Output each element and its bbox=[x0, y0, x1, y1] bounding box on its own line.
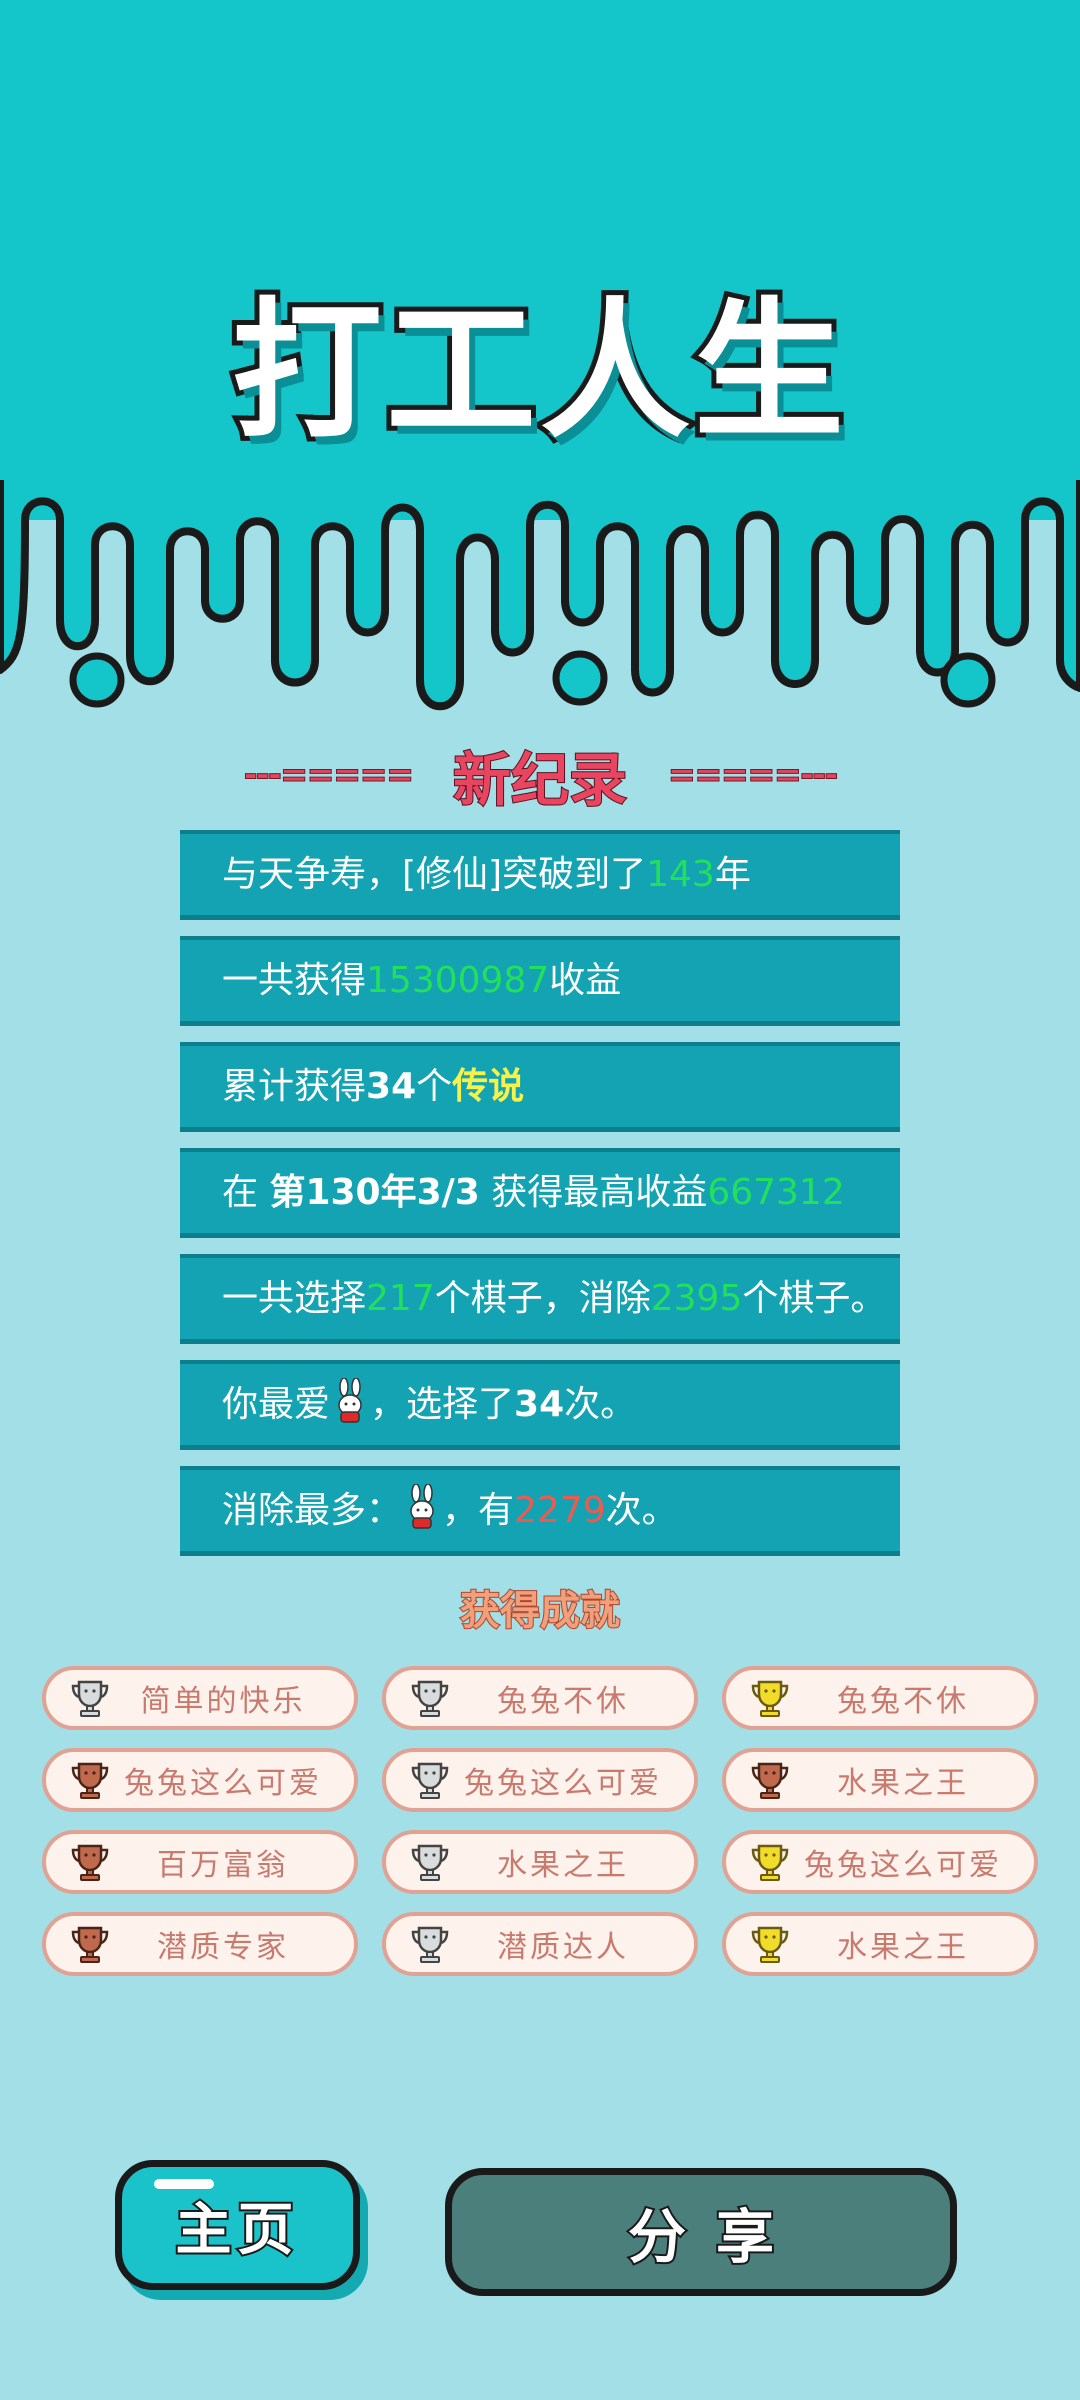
trophy-icon bbox=[71, 1762, 109, 1799]
achievement-label: 潜质专家 bbox=[157, 1930, 289, 1965]
trophy-icon bbox=[411, 1762, 449, 1799]
trophy-icon bbox=[751, 1680, 789, 1717]
share-button-label: 分享 bbox=[626, 2201, 804, 2273]
achievements-title: 获得成就 bbox=[459, 1587, 621, 1635]
trophy-icon bbox=[751, 1762, 789, 1799]
achievement-label: 百万富翁 bbox=[157, 1848, 289, 1883]
achievement-badge: 水果之王 bbox=[722, 1748, 1038, 1812]
trophy-icon bbox=[411, 1680, 449, 1717]
achievement-label: 水果之王 bbox=[837, 1930, 969, 1965]
record-row-pieces: 一共选择217个棋子，消除2395个棋子。 bbox=[180, 1254, 900, 1344]
achievement-label: 水果之王 bbox=[497, 1848, 629, 1883]
achievement-badge: 兔兔这么可爱 bbox=[722, 1830, 1038, 1894]
achievement-label: 兔兔这么可爱 bbox=[804, 1848, 1002, 1883]
home-button-label: 主页 bbox=[174, 2196, 300, 2265]
record-row-cultivation: 与天争寿，[修仙]突破到了143年 bbox=[180, 830, 900, 920]
record-value: 2395 bbox=[650, 1278, 743, 1319]
achievement-badge: 潜质达人 bbox=[382, 1912, 698, 1976]
achievement-badge: 兔兔不休 bbox=[722, 1666, 1038, 1730]
home-button[interactable]: 主页 bbox=[115, 2160, 360, 2290]
record-value: 217 bbox=[366, 1278, 435, 1319]
record-row-best-income: 在 第130年3/3 获得最高收益667312 bbox=[180, 1148, 900, 1238]
achievement-label: 兔兔不休 bbox=[497, 1684, 629, 1719]
trophy-icon bbox=[71, 1926, 109, 1963]
achievement-label: 简单的快乐 bbox=[140, 1684, 306, 1719]
record-row-favorite: 你最爱 ，选择了34次。 bbox=[180, 1360, 900, 1450]
record-value: 15300987 bbox=[366, 960, 550, 1001]
bunny-icon bbox=[410, 1484, 434, 1529]
achievement-badge: 简单的快乐 bbox=[42, 1666, 358, 1730]
achievement-label: 兔兔这么可爱 bbox=[124, 1766, 322, 1801]
new-record-label: 新纪录 bbox=[452, 745, 628, 815]
achievement-badge: 百万富翁 bbox=[42, 1830, 358, 1894]
achievement-badge: 兔兔不休 bbox=[382, 1666, 698, 1730]
achievement-badge: 兔兔这么可爱 bbox=[42, 1748, 358, 1812]
heading-deco-right: =====--- bbox=[667, 755, 839, 796]
new-record-heading: ---===== 新纪录 =====--- bbox=[0, 740, 1080, 815]
trophy-icon bbox=[751, 1844, 789, 1881]
trophy-icon bbox=[411, 1844, 449, 1881]
trophy-icon bbox=[751, 1926, 789, 1963]
button-shine bbox=[154, 2179, 214, 2189]
achievement-badge: 水果之王 bbox=[722, 1912, 1038, 1976]
record-value: 667312 bbox=[707, 1172, 845, 1213]
achievement-label: 水果之王 bbox=[837, 1766, 969, 1801]
trophy-icon bbox=[71, 1844, 109, 1881]
achievement-label: 兔兔不休 bbox=[837, 1684, 969, 1719]
game-title: 打工人生 bbox=[227, 280, 849, 464]
achievement-badge: 水果之王 bbox=[382, 1830, 698, 1894]
record-row-total-income: 一共获得15300987收益 bbox=[180, 936, 900, 1026]
achievement-badge: 兔兔这么可爱 bbox=[382, 1748, 698, 1812]
record-row-legends: 累计获得34个传说 bbox=[180, 1042, 900, 1132]
record-value: 2279 bbox=[514, 1490, 606, 1531]
achievement-label: 潜质达人 bbox=[497, 1930, 629, 1965]
achievement-badge: 潜质专家 bbox=[42, 1912, 358, 1976]
record-value: 143 bbox=[646, 854, 715, 895]
bunny-icon bbox=[338, 1378, 362, 1423]
record-row-most-eliminated: 消除最多： ，有2279次。 bbox=[180, 1466, 900, 1556]
achievement-label: 兔兔这么可爱 bbox=[464, 1766, 662, 1801]
heading-deco-left: ---===== bbox=[243, 755, 415, 796]
trophy-icon bbox=[411, 1926, 449, 1963]
trophy-icon bbox=[71, 1680, 109, 1717]
share-button[interactable]: 分享 bbox=[445, 2168, 957, 2296]
record-legend-label: 传说 bbox=[452, 1066, 525, 1107]
